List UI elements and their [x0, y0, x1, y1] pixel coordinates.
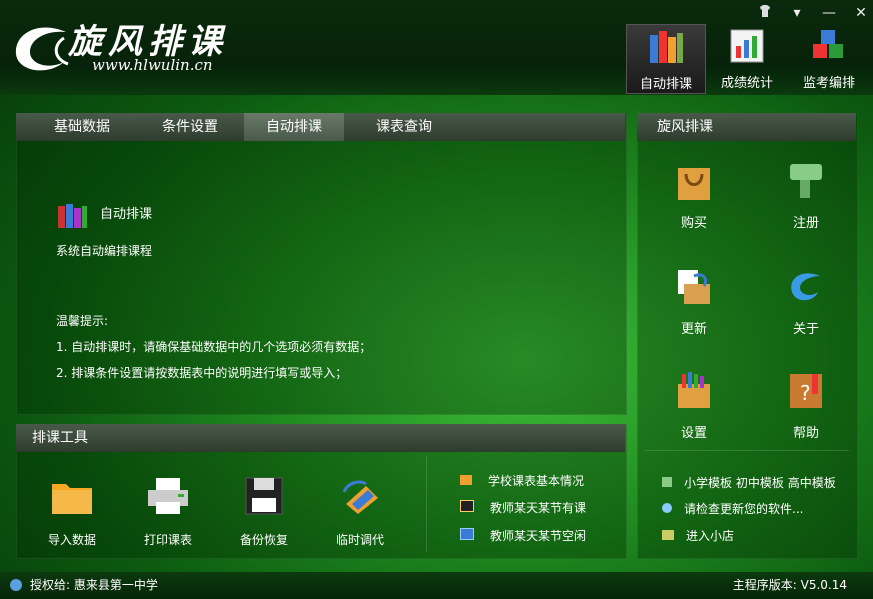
tab-auto-schedule[interactable]: 自动排课 — [244, 113, 344, 141]
top-nav-label: 成绩统计 — [720, 76, 773, 91]
printer-icon — [148, 478, 188, 514]
tool-label: 打印课表 — [143, 533, 192, 547]
feature-title: 自动排课 — [100, 207, 153, 222]
query-school-overview[interactable]: 学校课表基本情况 — [460, 472, 584, 489]
query-label: 学校课表基本情况 — [488, 474, 585, 488]
register-button[interactable]: 注册 — [766, 160, 846, 231]
import-data-button[interactable]: 导入数据 — [32, 476, 112, 548]
sidebar-label: 关于 — [792, 322, 819, 337]
top-nav-auto-schedule[interactable]: 自动排课 — [626, 24, 706, 94]
template-middle-link[interactable]: 初中模板 — [736, 476, 784, 490]
tips-title: 温馨提示: — [56, 314, 109, 328]
window-icon — [460, 500, 474, 512]
update-box-icon — [678, 270, 710, 304]
top-nav-invigilation[interactable]: 监考编排 — [790, 24, 868, 92]
query-label: 教师某天某节空闲 — [490, 529, 587, 543]
status-bar: 授权给: 惠来县第一中学 主程序版本: V5.0.14 — [0, 572, 873, 599]
tip-1: 1. 自动排课时，请确保基础数据中的几个选项必须有数据； — [56, 340, 372, 354]
top-nav-label: 自动排课 — [639, 77, 692, 92]
key-icon — [790, 164, 822, 198]
backup-restore-button[interactable]: 备份恢复 — [224, 476, 304, 548]
tab-basic-data[interactable]: 基础数据 — [32, 113, 132, 141]
divider — [426, 456, 427, 552]
tool-label: 临时调代 — [335, 533, 384, 547]
help-button[interactable]: ? 帮助 — [766, 370, 846, 441]
license-text: 授权给: 惠来县第一中学 — [30, 578, 158, 592]
divider — [645, 450, 849, 451]
skin-icon[interactable] — [755, 4, 775, 22]
tip-2: 2. 排课条件设置请按数据表中的说明进行填写或导入； — [56, 366, 348, 380]
template-primary-link[interactable]: 小学模板 — [684, 476, 732, 490]
query-teacher-busy[interactable]: 教师某天某节有课 — [460, 499, 586, 516]
shop-label: 进入小店 — [686, 529, 735, 543]
shop-link[interactable]: 进入小店 — [662, 527, 734, 544]
swap-icon — [342, 480, 378, 514]
floppy-icon — [245, 477, 283, 515]
tab-bar: 基础数据 条件设置 自动排课 课表查询 — [16, 113, 625, 141]
tool-label: 导入数据 — [47, 533, 96, 547]
logo-swirl-icon — [791, 273, 820, 301]
svg-text:?: ? — [800, 381, 811, 405]
shopping-bag-icon — [678, 168, 710, 200]
version-text: 主程序版本: V5.0.14 — [732, 578, 847, 592]
books-icon — [58, 204, 87, 228]
template-high-link[interactable]: 高中模板 — [788, 476, 836, 490]
tab-timetable-query[interactable]: 课表查询 — [354, 113, 454, 141]
query-label: 教师某天某节有课 — [490, 501, 587, 515]
chart-icon — [730, 29, 764, 63]
update-button[interactable]: 更新 — [654, 266, 734, 337]
cubes-icon — [813, 30, 843, 58]
print-timetable-button[interactable]: 打印课表 — [128, 476, 208, 548]
tools-title: 排课工具 — [16, 424, 625, 452]
top-nav-score-stats[interactable]: 成绩统计 — [708, 24, 786, 92]
cart-icon — [662, 530, 674, 540]
tool-label: 备份恢复 — [239, 533, 288, 547]
app-url: www.hlwulin.cn — [92, 56, 213, 74]
settings-button[interactable]: 设置 — [654, 370, 734, 441]
minimize-icon[interactable]: — — [819, 4, 839, 22]
check-update-link[interactable]: 请检查更新您的软件... — [662, 500, 803, 517]
help-book-icon: ? — [790, 374, 822, 408]
top-nav-label: 监考编排 — [802, 76, 855, 91]
about-button[interactable]: 关于 — [766, 266, 846, 337]
query-teacher-free[interactable]: 教师某天某节空闲 — [460, 527, 586, 544]
window-icon — [460, 528, 474, 540]
tab-condition-settings[interactable]: 条件设置 — [140, 113, 240, 141]
leaf-icon — [662, 503, 672, 513]
check-update-label: 请检查更新您的软件... — [684, 502, 804, 516]
user-icon — [10, 579, 22, 591]
sidebar-label: 注册 — [792, 216, 819, 231]
sidebar-title: 旋风排课 — [637, 113, 856, 141]
toolbox-icon — [678, 372, 710, 408]
sidebar-label: 设置 — [680, 426, 707, 441]
sidebar-label: 帮助 — [792, 426, 819, 441]
feature-description: 系统自动编排课程 — [56, 244, 153, 258]
buy-button[interactable]: 购买 — [654, 160, 734, 231]
sidebar-label: 购买 — [680, 216, 707, 231]
tag-icon — [460, 475, 472, 485]
books-icon — [650, 31, 683, 63]
template-links: 小学模板 初中模板 高中模板 — [662, 474, 836, 491]
folder-icon — [52, 484, 92, 514]
sidebar-label: 更新 — [680, 322, 707, 337]
menu-icon[interactable]: ▾ — [787, 4, 807, 22]
pencil-icon — [662, 477, 672, 487]
close-icon[interactable]: ✕ — [851, 4, 871, 22]
temporary-swap-button[interactable]: 临时调代 — [320, 476, 400, 548]
